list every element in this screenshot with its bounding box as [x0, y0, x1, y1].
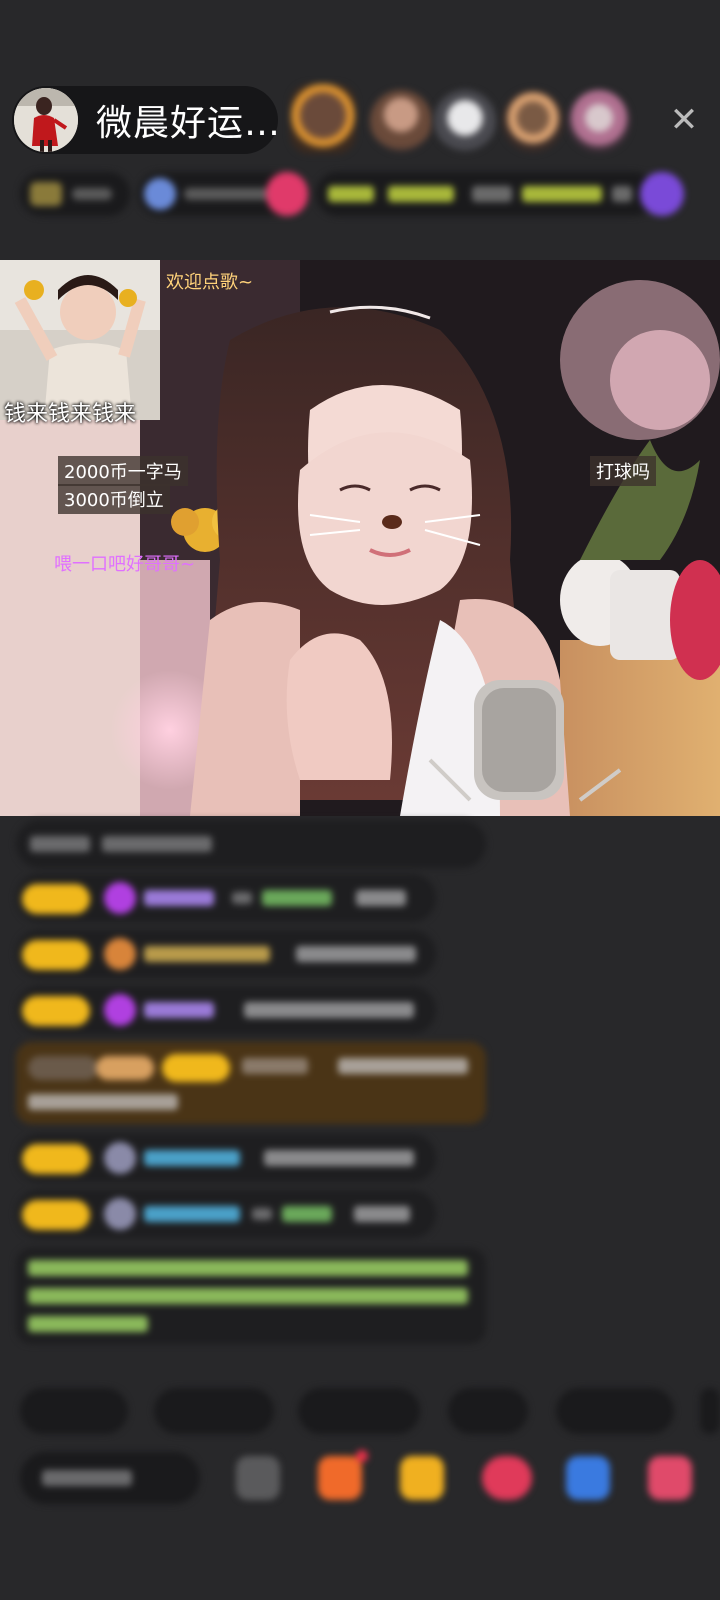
viewer-avatar-4[interactable] [502, 90, 564, 152]
game-icon[interactable] [566, 1456, 610, 1500]
chat-message [16, 820, 486, 868]
close-icon[interactable]: ✕ [664, 100, 704, 140]
gift-box-icon[interactable] [318, 1456, 362, 1500]
welcome-song-text: 欢迎点歌~ [166, 272, 254, 293]
quick-chip-4[interactable] [448, 1388, 528, 1434]
quick-chip-1[interactable] [20, 1388, 128, 1434]
viewer-avatar-2[interactable] [370, 90, 432, 152]
viewer-avatar-3[interactable] [434, 90, 496, 152]
host-avatar[interactable] [14, 88, 78, 152]
gift-icon[interactable] [648, 1456, 692, 1500]
heart-gift-icon[interactable] [482, 1456, 532, 1500]
chat-message [16, 986, 436, 1034]
viewer-avatar-5[interactable] [568, 90, 630, 152]
price-line-1: 2000币一字马 [58, 456, 188, 486]
live-stream-video[interactable]: 钱来钱来钱来 欢迎点歌~ 2000币一字马 3000币倒立 喂一口吧好哥哥~ 打… [0, 260, 720, 816]
quick-chip-6[interactable] [700, 1388, 720, 1434]
chat-message [16, 930, 436, 978]
notification-dot [356, 1450, 368, 1462]
quick-chip-3[interactable] [298, 1388, 420, 1434]
extra-tag-icon[interactable] [640, 172, 684, 216]
feed-me-text: 喂一口吧好哥哥~ [54, 554, 196, 575]
chat-message [16, 1190, 436, 1238]
stream-scene [0, 260, 720, 816]
treasure-icon[interactable] [400, 1456, 444, 1500]
quick-chip-2[interactable] [154, 1388, 274, 1434]
chat-message [16, 874, 436, 922]
chat-notice-green [16, 1248, 486, 1344]
quick-chip-5[interactable] [556, 1388, 674, 1434]
host-info-pill[interactable]: 微晨好运… [12, 86, 282, 154]
viewer-avatar-1[interactable] [290, 84, 356, 154]
rank-tag[interactable] [20, 172, 130, 216]
chat-input[interactable] [20, 1452, 200, 1504]
top-bar: 微晨好运… ✕ [12, 84, 712, 158]
follow-tag[interactable] [266, 172, 308, 216]
emoji-icon[interactable] [236, 1456, 280, 1500]
price-line-2: 3000币倒立 [58, 484, 170, 514]
sticker-caption: 钱来钱来钱来 [4, 402, 137, 427]
host-name: 微晨好运… [96, 103, 282, 144]
play-ball-text: 打球吗 [590, 456, 656, 486]
chat-message [16, 1134, 436, 1182]
info-tag-row [20, 172, 710, 216]
activity-tag[interactable] [316, 172, 656, 216]
chat-message-highlight [16, 1042, 486, 1124]
